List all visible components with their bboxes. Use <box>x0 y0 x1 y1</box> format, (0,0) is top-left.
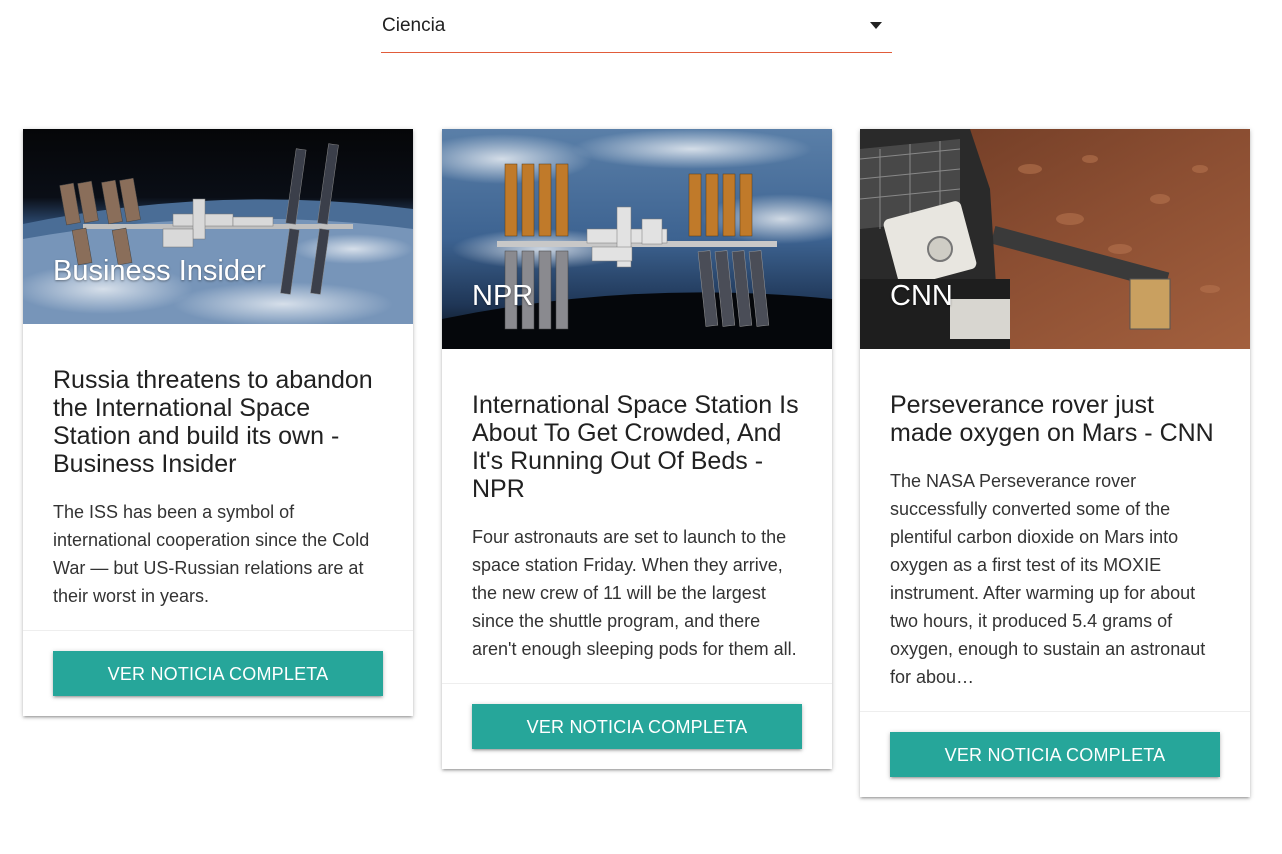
news-description: Four astronauts are set to launch to the… <box>472 527 797 659</box>
space-station-image <box>442 129 832 349</box>
category-select-value: Ciencia <box>382 15 446 36</box>
news-card: CNN Perseverance rover just made oxygen … <box>860 129 1250 797</box>
news-card-action: VER NOTICIA COMPLETA <box>23 630 413 716</box>
news-card-action: VER NOTICIA COMPLETA <box>442 683 832 769</box>
news-description: The ISS has been a symbol of internation… <box>53 502 370 606</box>
news-source-label: NPR <box>472 280 534 312</box>
mars-rover-image <box>860 129 1250 349</box>
space-station-image <box>23 129 413 324</box>
news-card: Business Insider Russia threatens to aba… <box>23 129 413 716</box>
news-card-image: NPR <box>442 129 832 349</box>
news-source-label: Business Insider <box>53 255 266 287</box>
news-card-action: VER NOTICIA COMPLETA <box>860 711 1250 797</box>
news-description: The NASA Perseverance rover successfully… <box>890 471 1206 687</box>
news-card: NPR International Space Station Is About… <box>442 129 832 769</box>
news-title: Perseverance rover just made oxygen on M… <box>890 391 1214 447</box>
view-full-news-button[interactable]: VER NOTICIA COMPLETA <box>890 732 1220 777</box>
news-card-content: Russia threatens to abandon the Internat… <box>23 324 413 630</box>
category-select[interactable]: Ciencia <box>381 0 892 53</box>
chevron-down-icon[interactable] <box>870 22 882 29</box>
news-title: International Space Station Is About To … <box>472 391 799 503</box>
view-full-news-button[interactable]: VER NOTICIA COMPLETA <box>472 704 802 749</box>
news-card-image: Business Insider <box>23 129 413 324</box>
news-card-image: CNN <box>860 129 1250 349</box>
view-full-news-button[interactable]: VER NOTICIA COMPLETA <box>53 651 383 696</box>
news-card-content: Perseverance rover just made oxygen on M… <box>860 349 1250 711</box>
news-card-content: International Space Station Is About To … <box>442 349 832 683</box>
news-title: Russia threatens to abandon the Internat… <box>53 366 373 478</box>
news-source-label: CNN <box>890 280 953 312</box>
